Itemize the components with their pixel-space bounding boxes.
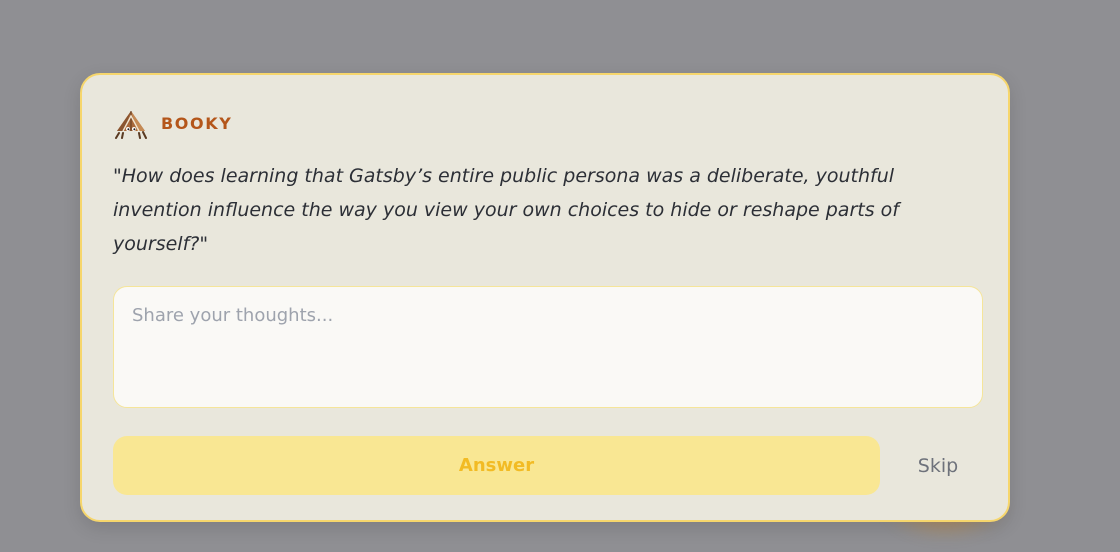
reflection-prompt-card: BOOKY "How does learning that Gatsby’s e… <box>80 73 1010 522</box>
booky-crab-icon <box>113 107 149 139</box>
answer-button[interactable]: Answer <box>113 436 880 495</box>
assistant-name: BOOKY <box>161 113 233 133</box>
assistant-header: BOOKY <box>113 107 232 139</box>
skip-button[interactable]: Skip <box>900 447 976 485</box>
answer-input[interactable] <box>113 286 983 408</box>
reflection-question: "How does learning that Gatsby’s entire … <box>113 165 899 255</box>
